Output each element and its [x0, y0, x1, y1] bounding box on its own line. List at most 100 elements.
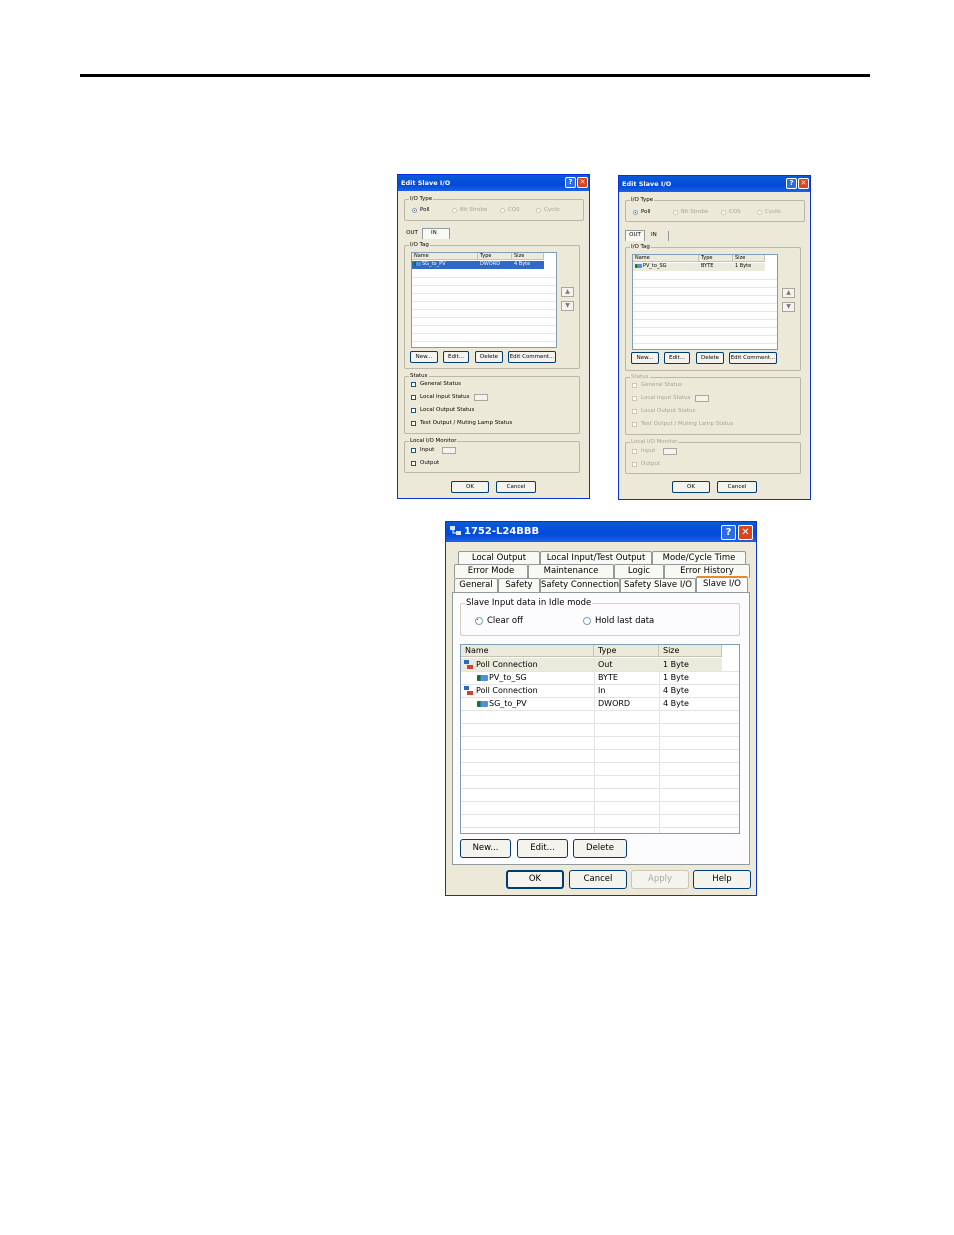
- cancel-button[interactable]: Cancel: [496, 481, 536, 493]
- io-tag-list[interactable]: Name Type Size SG_to_PV DWORD 4 Byte: [411, 252, 557, 348]
- slave-io-list[interactable]: Name Type Size Poll Connection Out 1 Byt…: [460, 644, 740, 834]
- clear-off-radio[interactable]: [475, 617, 483, 625]
- delete-button[interactable]: Delete: [475, 351, 503, 363]
- help-icon[interactable]: ?: [565, 177, 576, 188]
- table-row-name[interactable]: Poll Connection: [463, 659, 538, 671]
- hold-last-data-radio[interactable]: [583, 617, 591, 625]
- local-input-status-checkbox[interactable]: [411, 395, 416, 400]
- column-header-type[interactable]: Type: [594, 645, 659, 657]
- move-down-arrow-icon[interactable]: ▼: [561, 301, 574, 311]
- local-output-status-checkbox[interactable]: [411, 408, 416, 413]
- tab-general[interactable]: General: [454, 578, 498, 592]
- monitor-input-checkbox[interactable]: [411, 448, 416, 453]
- new-button[interactable]: New...: [460, 839, 511, 858]
- local-input-status-checkbox[interactable]: [632, 396, 637, 401]
- ok-button[interactable]: OK: [451, 481, 489, 493]
- local-output-status-checkbox[interactable]: [632, 409, 637, 414]
- row-separator: [461, 801, 739, 802]
- table-row-name[interactable]: PV_to_SG: [477, 672, 527, 684]
- column-header-type[interactable]: Type: [478, 253, 512, 260]
- column-header-name[interactable]: Name: [412, 253, 478, 260]
- cos-radio[interactable]: [500, 208, 505, 213]
- list-item-name[interactable]: PV_to_SG: [635, 263, 667, 270]
- monitor-input-detail-button[interactable]: [442, 447, 456, 454]
- column-header-size[interactable]: Size: [512, 253, 544, 260]
- table-row-type: In: [598, 686, 606, 695]
- general-status-checkbox[interactable]: [632, 383, 637, 388]
- poll-radio[interactable]: [633, 210, 638, 215]
- close-icon[interactable]: ✕: [577, 177, 588, 188]
- new-button[interactable]: New...: [410, 351, 438, 363]
- tab-error-mode[interactable]: Error Mode: [454, 564, 528, 578]
- new-button[interactable]: New...: [631, 352, 659, 364]
- list-item-name[interactable]: SG_to_PV: [414, 261, 446, 268]
- delete-button[interactable]: Delete: [696, 352, 724, 364]
- column-header-size[interactable]: Size: [659, 645, 722, 657]
- close-icon[interactable]: ✕: [738, 525, 753, 540]
- cancel-button[interactable]: Cancel: [717, 481, 757, 493]
- help-icon[interactable]: ?: [786, 178, 797, 189]
- tab-out[interactable]: OUT: [404, 229, 420, 239]
- column-header-name[interactable]: Name: [633, 255, 699, 262]
- cos-radio[interactable]: [721, 210, 726, 215]
- row-separator: [412, 341, 556, 342]
- cyclic-radio[interactable]: [536, 208, 541, 213]
- monitor-input-detail-button[interactable]: [663, 448, 677, 455]
- column-header-type[interactable]: Type: [699, 255, 733, 262]
- tab-in[interactable]: IN: [422, 228, 450, 239]
- monitor-input-checkbox[interactable]: [632, 449, 637, 454]
- bit-strobe-radio[interactable]: [452, 208, 457, 213]
- general-status-label: General Status: [641, 382, 682, 388]
- row-name: PV_to_SG: [643, 263, 667, 269]
- ok-button[interactable]: OK: [506, 870, 564, 889]
- monitor-output-checkbox[interactable]: [411, 461, 416, 466]
- move-up-arrow-icon[interactable]: ▲: [561, 287, 574, 297]
- tab-safety-slave-io[interactable]: Safety Slave I/O: [620, 578, 696, 592]
- table-row-name[interactable]: SG_to_PV: [477, 698, 527, 710]
- io-tag-list[interactable]: Name Type Size PV_to_SG BYTE 1 Byte: [632, 254, 778, 350]
- move-up-arrow-icon[interactable]: ▲: [782, 288, 795, 298]
- test-output-status-checkbox[interactable]: [411, 421, 416, 426]
- local-input-status-detail-button[interactable]: [474, 394, 488, 401]
- edit-button[interactable]: Edit...: [517, 839, 568, 858]
- apply-button[interactable]: Apply: [631, 870, 689, 889]
- row-separator: [633, 319, 777, 320]
- tab-in[interactable]: IN: [647, 231, 669, 241]
- table-row-name[interactable]: Poll Connection: [463, 685, 538, 697]
- tab-logic[interactable]: Logic: [614, 564, 664, 578]
- column-header-size[interactable]: Size: [733, 255, 765, 262]
- edit-comment-button[interactable]: Edit Comment...: [729, 352, 777, 364]
- column-header-name[interactable]: Name: [461, 645, 594, 657]
- network-device-icon: [450, 526, 461, 535]
- monitor-output-checkbox[interactable]: [632, 462, 637, 467]
- dialog-title-bar[interactable]: 1752-L24BBB: [446, 522, 756, 542]
- edit-button[interactable]: Edit...: [664, 352, 690, 364]
- tab-safety[interactable]: Safety: [498, 578, 540, 592]
- dialog-title-bar[interactable]: Edit Slave I/O: [398, 175, 589, 191]
- tab-local-output[interactable]: Local Output: [458, 551, 540, 565]
- tab-out[interactable]: OUT: [625, 230, 645, 241]
- row-separator: [412, 293, 556, 294]
- edit-button[interactable]: Edit...: [443, 351, 469, 363]
- move-down-arrow-icon[interactable]: ▼: [782, 302, 795, 312]
- poll-radio[interactable]: [412, 208, 417, 213]
- help-button[interactable]: Help: [693, 870, 751, 889]
- tab-mode-cycle-time[interactable]: Mode/Cycle Time: [652, 551, 746, 565]
- tab-slave-io[interactable]: Slave I/O: [696, 576, 748, 593]
- test-output-status-label: Test Output / Muting Lamp Status: [641, 421, 734, 427]
- tab-safety-connection[interactable]: Safety Connection: [540, 578, 620, 592]
- local-input-status-detail-button[interactable]: [695, 395, 709, 402]
- general-status-checkbox[interactable]: [411, 382, 416, 387]
- close-icon[interactable]: ✕: [798, 178, 809, 189]
- tab-local-input-test-output[interactable]: Local Input/Test Output: [540, 551, 652, 565]
- bit-strobe-radio[interactable]: [673, 210, 678, 215]
- dialog-title-bar[interactable]: Edit Slave I/O: [619, 176, 810, 192]
- tab-maintenance[interactable]: Maintenance: [528, 564, 614, 578]
- edit-comment-button[interactable]: Edit Comment...: [508, 351, 556, 363]
- help-icon[interactable]: ?: [721, 525, 736, 540]
- ok-button[interactable]: OK: [672, 481, 710, 493]
- cyclic-radio[interactable]: [757, 210, 762, 215]
- delete-button[interactable]: Delete: [573, 839, 627, 858]
- test-output-status-checkbox[interactable]: [632, 422, 637, 427]
- cancel-button[interactable]: Cancel: [569, 870, 627, 889]
